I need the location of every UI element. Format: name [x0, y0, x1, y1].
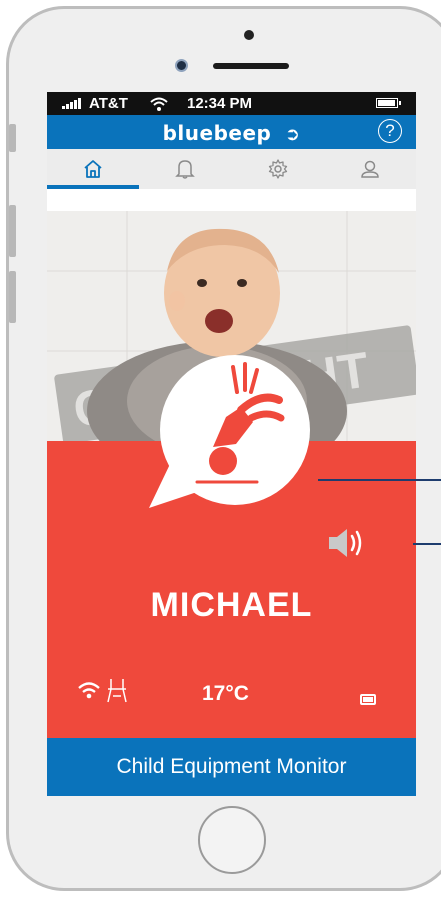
brand-logo: bluebeep ➲ [47, 121, 416, 145]
status-bar: AT&T 12:34 PM [47, 92, 416, 115]
brand-signal-icon: ➲ [284, 124, 301, 145]
footer-title: Child Equipment Monitor [47, 738, 416, 796]
home-button[interactable] [198, 806, 266, 874]
tab-alerts[interactable] [139, 149, 231, 189]
tab-profile[interactable] [324, 149, 416, 189]
tab-settings[interactable] [232, 149, 324, 189]
callout-line-sound [413, 543, 441, 545]
app-header: bluebeep ➲ ? [47, 115, 416, 149]
device-battery-icon [360, 694, 376, 705]
carrier-label: AT&T [89, 95, 128, 112]
wifi-connection-icon [78, 682, 100, 699]
home-icon [84, 160, 102, 178]
user-icon [361, 160, 379, 178]
high-chair-icon [107, 679, 127, 703]
wifi-status-icon [150, 97, 168, 111]
tab-bar [47, 149, 416, 189]
front-camera [175, 59, 188, 72]
alert-bubble [149, 355, 310, 508]
brand-name: bluebeep [162, 121, 272, 145]
tab-home[interactable] [47, 149, 140, 189]
bell-icon [175, 160, 196, 179]
callout-line-alert [318, 479, 441, 481]
battery-status-icon [376, 98, 401, 108]
gear-icon [268, 159, 287, 179]
speaker-icon[interactable] [327, 526, 367, 560]
proximity-sensor [244, 30, 254, 40]
child-name: MICHAEL [150, 586, 313, 624]
side-button [9, 124, 16, 152]
earpiece-speaker [213, 63, 289, 69]
app-screen: AT&T 12:34 PM bluebeep ➲ ? MICHAEL 17°C … [47, 92, 416, 796]
help-button[interactable]: ? [378, 119, 402, 143]
volume-down-button [9, 271, 16, 323]
volume-up-button [9, 205, 16, 257]
temperature-readout: 17°C [202, 682, 249, 705]
clock: 12:34 PM [187, 95, 253, 112]
signal-icon [62, 98, 81, 109]
